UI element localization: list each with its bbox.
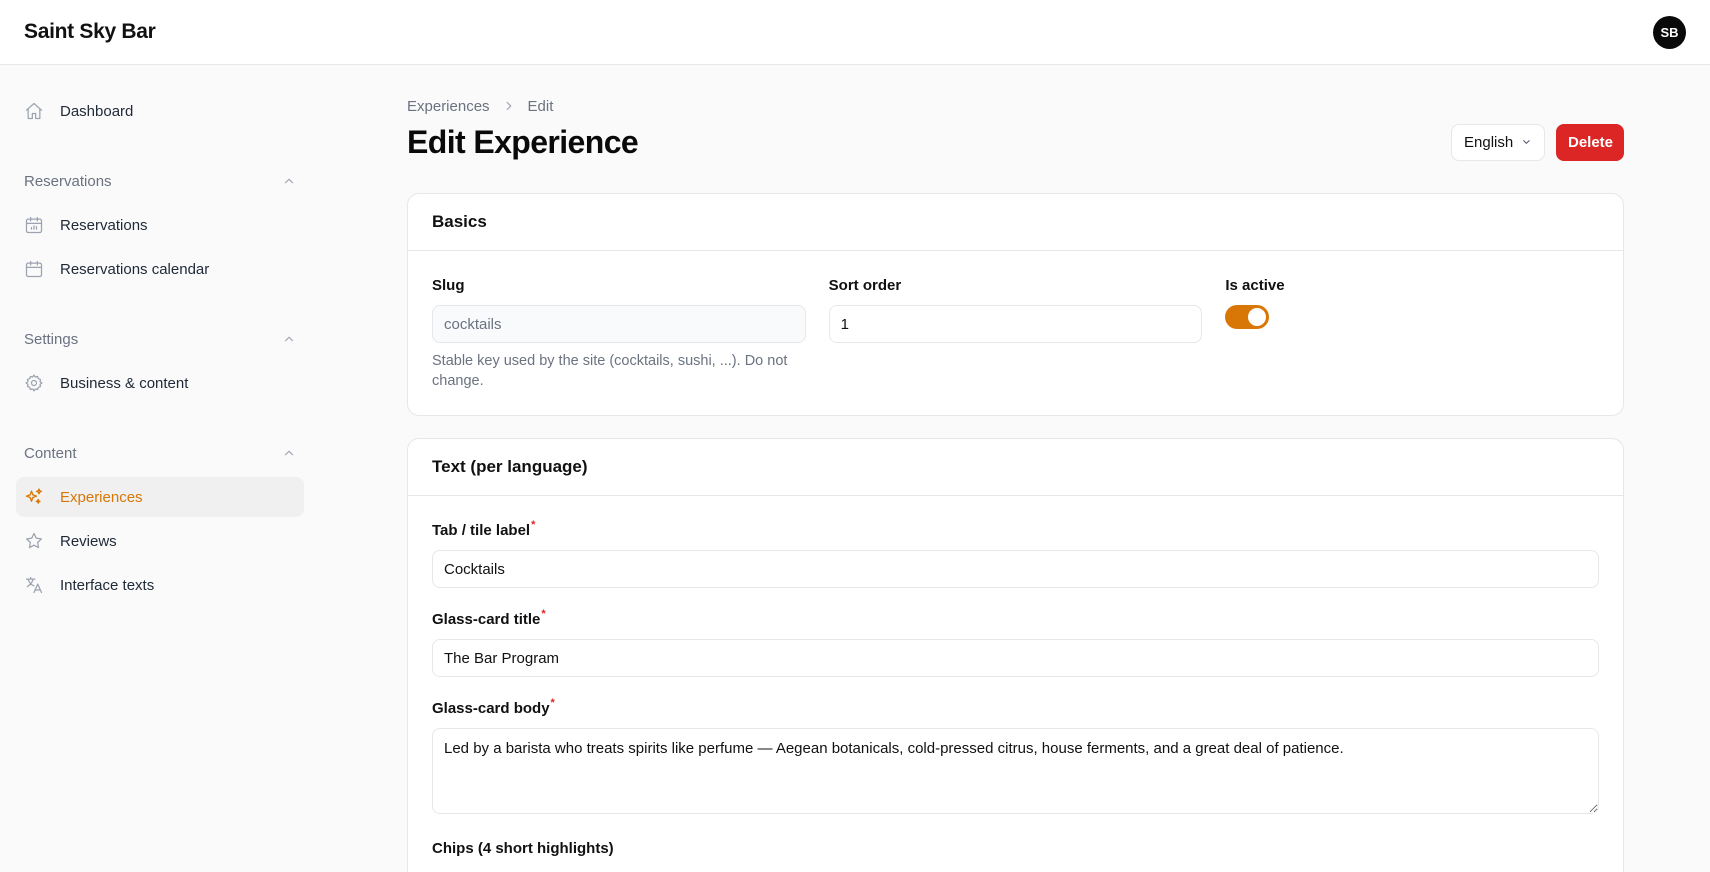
language-value: English — [1464, 133, 1514, 151]
sidebar-item-label: Business & content — [60, 374, 189, 392]
required-mark: * — [531, 519, 536, 531]
main-content: Experiences Edit Edit Experience English… — [407, 65, 1624, 872]
sidebar-item-label: Experiences — [60, 488, 143, 506]
header-actions: English Delete — [1451, 123, 1624, 161]
is-active-field: Is active — [1225, 277, 1599, 391]
card-body-field: Glass-card body * Led by a barista who t… — [432, 697, 1599, 819]
sidebar-item-reviews[interactable]: Reviews — [16, 521, 304, 561]
user-avatar[interactable]: SB — [1653, 15, 1686, 49]
group-label: Reservations — [24, 172, 112, 190]
breadcrumb: Experiences Edit — [407, 96, 1624, 116]
sparkles-icon — [24, 487, 44, 507]
sidebar-item-experiences[interactable]: Experiences — [16, 477, 304, 517]
group-label: Settings — [24, 330, 79, 348]
text-section-title: Text (per language) — [408, 439, 1623, 496]
page-header: Edit Experience English Delete — [407, 119, 1624, 165]
card-body-label: Glass-card body — [432, 700, 550, 717]
chevron-down-icon — [1523, 140, 1530, 144]
tab-label-label: Tab / tile label — [432, 522, 531, 539]
language-select[interactable]: English — [1451, 123, 1545, 161]
slug-label: Slug — [432, 277, 465, 294]
card-title-field: Glass-card title * — [432, 608, 1599, 677]
chevron-up-icon — [284, 450, 294, 456]
tab-label-input[interactable] — [432, 550, 1599, 588]
star-icon — [24, 531, 44, 551]
sidebar-group-content[interactable]: Content — [16, 433, 304, 473]
is-active-label: Is active — [1225, 277, 1285, 294]
group-label: Content — [24, 444, 77, 462]
breadcrumb-experiences[interactable]: Experiences — [407, 98, 490, 115]
sidebar-item-label: Reservations calendar — [60, 260, 210, 278]
breadcrumb-edit: Edit — [527, 97, 554, 115]
slug-input[interactable] — [432, 305, 806, 343]
gear-icon — [24, 373, 44, 393]
home-icon — [24, 101, 44, 121]
top-bar: Saint Sky Bar SB — [0, 0, 1710, 65]
chevron-up-icon — [284, 336, 294, 342]
sidebar-item-label: Interface texts — [60, 576, 155, 594]
is-active-toggle[interactable] — [1225, 305, 1270, 329]
chevron-right-icon — [502, 99, 516, 113]
calendar-chart-icon — [24, 215, 44, 235]
sidebar-item-reservations-calendar[interactable]: Reservations calendar — [16, 249, 304, 289]
sidebar-item-label: Reviews — [60, 532, 117, 550]
sidebar: Dashboard Reservations Reservations Rese… — [0, 65, 320, 872]
sidebar-item-interface-texts[interactable]: Interface texts — [16, 565, 304, 605]
slug-hint: Stable key used by the site (cocktails, … — [432, 353, 788, 389]
sidebar-item-label: Reservations — [60, 216, 148, 234]
sidebar-item-reservations[interactable]: Reservations — [16, 205, 304, 245]
translate-icon — [24, 575, 44, 595]
basics-card: Basics Slug Stable key used by the site … — [407, 193, 1624, 416]
sidebar-item-label: Dashboard — [60, 102, 134, 120]
required-mark: * — [541, 608, 546, 620]
delete-button[interactable]: Delete — [1556, 123, 1624, 161]
card-title-input[interactable] — [432, 639, 1599, 677]
sidebar-group-reservations[interactable]: Reservations — [16, 161, 304, 201]
slug-field: Slug Stable key used by the site (cockta… — [432, 277, 806, 391]
app-title[interactable]: Saint Sky Bar — [24, 20, 156, 44]
chevron-up-icon — [284, 178, 294, 184]
page-title: Edit Experience — [407, 123, 639, 160]
sort-order-input[interactable] — [828, 305, 1203, 343]
required-mark: * — [550, 697, 555, 709]
tab-label-field: Tab / tile label * — [432, 519, 1599, 588]
sidebar-item-dashboard[interactable]: Dashboard — [16, 91, 304, 131]
basics-title: Basics — [408, 194, 1623, 251]
calendar-icon — [24, 259, 44, 279]
sidebar-item-business-content[interactable]: Business & content — [16, 363, 304, 403]
chips-label: Chips (4 short highlights) — [432, 840, 614, 857]
sidebar-group-settings[interactable]: Settings — [16, 319, 304, 359]
sort-order-label: Sort order — [828, 277, 902, 294]
card-title-label: Glass-card title — [432, 611, 541, 628]
text-card: Text (per language) Tab / tile label * G… — [407, 438, 1624, 872]
sort-order-field: Sort order — [828, 277, 1203, 391]
card-body-textarea[interactable]: Led by a barista who treats spirits like… — [432, 728, 1599, 814]
